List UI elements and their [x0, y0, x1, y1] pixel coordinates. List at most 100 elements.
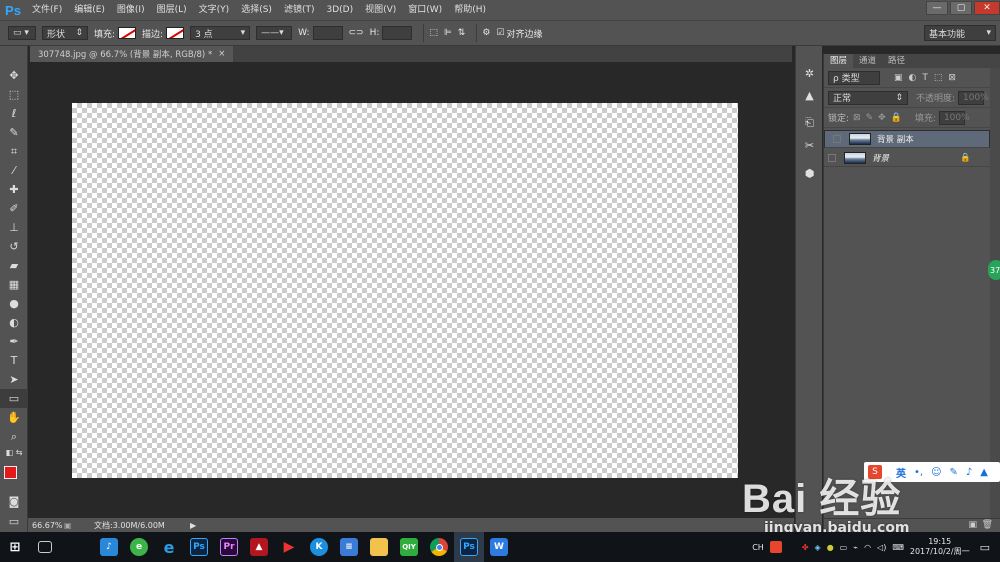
taskbar-app-acrobat[interactable]: ▲ — [244, 532, 274, 562]
taskbar-app-wps[interactable]: W — [484, 532, 514, 562]
gradient-tool-icon[interactable]: ▦ — [0, 275, 28, 294]
floating-badge[interactable]: 37 — [988, 260, 1000, 280]
ime-skin-icon[interactable]: ▲ — [980, 467, 988, 478]
path-select-tool-icon[interactable]: ➤ — [0, 370, 28, 389]
quick-mask-icon[interactable]: ◙ — [0, 492, 28, 511]
move-tool-icon[interactable]: ✥ — [0, 66, 28, 85]
taskbar-app-ie[interactable]: e — [154, 532, 184, 562]
battery-icon[interactable]: ▭ — [840, 543, 848, 552]
taskbar-app-qq[interactable]: ♪ — [94, 532, 124, 562]
hand-tool-icon[interactable]: ✋ — [0, 408, 28, 427]
language-indicator[interactable]: CH — [752, 543, 764, 552]
brush-tool-icon[interactable]: ✐ — [0, 199, 28, 218]
crop-tool-icon[interactable]: ⌗ — [0, 142, 28, 161]
tab-paths[interactable]: 路径 — [882, 54, 911, 68]
3d-icon[interactable]: ⬢ — [796, 162, 823, 184]
tray-icon-2[interactable]: ◈ — [815, 543, 821, 552]
blur-tool-icon[interactable]: ● — [0, 294, 28, 313]
tab-layers[interactable]: 图层 — [824, 54, 854, 68]
path-operations-icon[interactable]: ⬚ — [429, 28, 438, 38]
default-colors-icon[interactable]: ◧ ⇆ — [0, 446, 28, 458]
type-tool-icon[interactable]: T — [0, 351, 28, 370]
menu-window[interactable]: 窗口(W) — [402, 0, 448, 20]
document-tab[interactable]: 307748.jpg @ 66.7% (背景 副本, RGB/8) * × — [30, 46, 234, 62]
width-field[interactable] — [312, 26, 343, 40]
layer-filter-icons[interactable]: ▣◐T⬚⊠ — [894, 73, 962, 83]
status-menu-arrow-icon[interactable]: ▶ — [190, 521, 196, 530]
dodge-tool-icon[interactable]: ◐ — [0, 313, 28, 332]
maximize-button[interactable]: ▢ — [950, 1, 972, 15]
fill-field[interactable]: 100% — [938, 110, 970, 125]
mode-select[interactable]: 形状 ⇕ — [42, 26, 88, 40]
screen-mode-icon[interactable]: ▭ — [0, 512, 28, 531]
taskbar-app-explorer[interactable] — [364, 532, 394, 562]
history-brush-tool-icon[interactable]: ↺ — [0, 237, 28, 256]
history-icon[interactable]: ⎗ — [796, 112, 823, 134]
path-arrangement-icon[interactable]: ⇅ — [458, 28, 466, 38]
network-icon[interactable]: ⌁ — [853, 543, 858, 552]
ime-voice-icon[interactable]: ♪ — [966, 467, 972, 478]
zoom-tool-icon[interactable]: ⌕ — [0, 427, 28, 446]
properties-icon[interactable]: ✂ — [796, 134, 823, 156]
stroke-size-field[interactable]: 3 点 ▾ — [190, 26, 251, 40]
tray-icon-3[interactable]: ● — [827, 543, 834, 552]
clock[interactable]: 19:15 2017/10/2/周一 — [910, 537, 970, 557]
menu-file[interactable]: 文件(F) — [26, 0, 68, 20]
ime-tools-icon[interactable]: ✎ — [950, 467, 958, 478]
lasso-tool-icon[interactable]: ℓ — [0, 104, 28, 123]
link-icon[interactable]: ⊂⊃ — [349, 28, 364, 38]
height-field[interactable] — [382, 26, 413, 40]
opacity-field[interactable]: 100% — [958, 90, 989, 105]
marquee-tool-icon[interactable]: ⬚ — [0, 85, 28, 104]
visibility-toggle[interactable] — [829, 131, 845, 147]
taskbar-app-photoshop-active[interactable]: Ps — [454, 532, 484, 562]
histogram-icon[interactable]: ▲ — [796, 84, 823, 106]
tray-icon-1[interactable]: ✤ — [802, 543, 809, 552]
taskbar-app-k[interactable]: K — [304, 532, 334, 562]
pen-tool-icon[interactable]: ✒ — [0, 332, 28, 351]
panel-scrollbar[interactable] — [990, 68, 1000, 518]
lock-icons[interactable]: ⊠✎✥🔒 — [853, 113, 907, 123]
task-view-button[interactable] — [30, 532, 60, 562]
taskbar-app-premiere[interactable]: Pr — [214, 532, 244, 562]
volume-icon[interactable]: ◁) — [877, 543, 886, 552]
layer-kind-select[interactable]: ρ 类型 — [828, 70, 880, 85]
eyedropper-tool-icon[interactable]: ⁄ — [0, 161, 28, 180]
foreground-color-swatch[interactable] — [4, 466, 17, 479]
taskbar-app-kuaibo[interactable]: ▶ — [274, 532, 304, 562]
menu-select[interactable]: 选择(S) — [235, 0, 278, 20]
blend-mode-select[interactable]: 正常 ⇕ — [828, 90, 908, 105]
ime-punct-icon[interactable]: •, — [914, 467, 923, 478]
quick-select-tool-icon[interactable]: ✎ — [0, 123, 28, 142]
workspace-select[interactable]: 基本功能 ▾ — [924, 25, 996, 41]
tab-channels[interactable]: 通道 — [853, 54, 882, 68]
taskbar-app-photoshop[interactable]: Ps — [184, 532, 214, 562]
menu-view[interactable]: 视图(V) — [359, 0, 402, 20]
path-alignment-icon[interactable]: ⊫ — [444, 28, 452, 38]
wifi-icon[interactable]: ◠ — [864, 543, 871, 552]
close-tab-icon[interactable]: × — [218, 49, 225, 59]
menu-filter[interactable]: 滤镜(T) — [278, 0, 321, 20]
ime-emoji-icon[interactable]: ☺ — [931, 467, 941, 478]
tool-preset-picker[interactable]: ▭ ▾ — [8, 26, 36, 40]
menu-type[interactable]: 文字(Y) — [193, 0, 236, 20]
zoom-level[interactable]: 66.67% — [28, 521, 64, 530]
taskbar-app-chrome[interactable] — [424, 532, 454, 562]
taskbar-app-notes[interactable]: ≡ — [334, 532, 364, 562]
stroke-type-select[interactable]: ——▾ — [256, 26, 293, 40]
visibility-toggle[interactable] — [824, 150, 840, 166]
start-button[interactable]: ⊞ — [0, 532, 30, 562]
fill-swatch[interactable] — [118, 27, 137, 39]
transparent-canvas[interactable] — [72, 103, 738, 478]
align-edges-checkbox[interactable]: ☑ — [496, 28, 504, 38]
layer-row-background[interactable]: 背景 🔒 — [824, 149, 990, 167]
menu-3d[interactable]: 3D(D) — [320, 0, 359, 20]
rectangle-tool-icon[interactable]: ▭ — [0, 389, 28, 408]
gear-icon[interactable]: ⚙ — [482, 28, 490, 38]
stroke-swatch[interactable] — [166, 27, 185, 39]
healing-brush-tool-icon[interactable]: ✚ — [0, 180, 28, 199]
menu-layer[interactable]: 图层(L) — [151, 0, 193, 20]
close-button[interactable]: ✕ — [974, 1, 1000, 15]
taskbar-app-browser[interactable]: e — [124, 532, 154, 562]
layer-row-background-copy[interactable]: 背景 副本 — [824, 130, 990, 148]
